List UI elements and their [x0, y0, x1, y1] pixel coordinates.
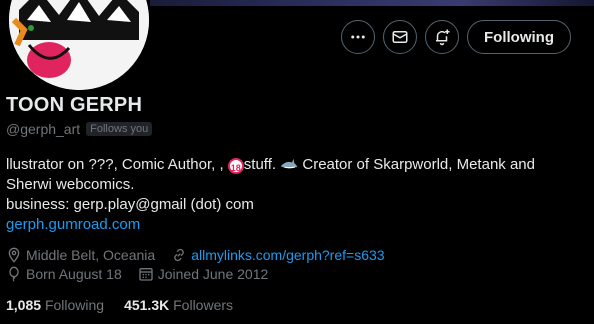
bio-link[interactable]: gerph.gumroad.com	[6, 215, 591, 235]
display-name: TOON GERPH	[6, 94, 143, 116]
profile-meta-row-2: Born August 18 Joined June 2012	[6, 266, 268, 282]
following-button[interactable]: Following	[467, 20, 571, 54]
website-link[interactable]: allmylinks.com/gerph?ref=s633	[191, 247, 384, 263]
more-button[interactable]	[341, 20, 376, 54]
profile-meta-row-1: Middle Belt, Oceania allmylinks.com/gerp…	[6, 247, 385, 263]
more-icon	[351, 35, 365, 39]
link-icon	[174, 248, 184, 262]
message-button[interactable]	[383, 20, 418, 54]
profile-banner[interactable]	[150, 0, 594, 6]
no-under-18-emoji: 18	[227, 158, 244, 174]
bio-text: Creator of Skarpworld, Metank and	[298, 156, 535, 173]
profile-actions: Following	[341, 20, 571, 54]
following-count-link[interactable]: 1,085 Following	[6, 297, 104, 313]
shark-emoji	[280, 158, 298, 169]
followers-label: Followers	[173, 297, 234, 313]
bio-text: stuff.	[243, 156, 281, 173]
followers-count: 451.3K	[124, 297, 170, 313]
calendar-icon	[139, 268, 153, 281]
birthday: Born August 18	[26, 266, 122, 282]
following-label: Following	[44, 297, 105, 313]
bio-text: llustrator on ???, Comic Author, ,	[6, 156, 228, 173]
avatar[interactable]	[9, 0, 149, 90]
handle-row: @gerph_art Follows you	[6, 121, 153, 137]
follows-you-badge: Follows you	[86, 122, 153, 136]
notification-bell-icon	[436, 29, 450, 46]
balloon-icon	[9, 266, 19, 282]
bio: llustrator on ???, Comic Author, , 18 stu…	[6, 155, 591, 235]
location-pin-icon	[8, 247, 20, 263]
bio-text: business: gerp.play@gmail (dot) com	[6, 196, 254, 213]
notifications-button[interactable]	[425, 20, 460, 54]
location: Middle Belt, Oceania	[26, 247, 156, 263]
follow-counts: 1,085 Following 451.3K Followers	[6, 297, 233, 313]
message-icon	[392, 31, 408, 43]
followers-count-link[interactable]: 451.3K Followers	[124, 297, 233, 313]
bio-text: Sherwi webcomics.	[6, 176, 135, 193]
following-count: 1,085	[6, 297, 42, 313]
handle: @gerph_art	[6, 121, 81, 137]
join-date: Joined June 2012	[157, 266, 269, 282]
avatar-illustration	[9, 0, 149, 90]
